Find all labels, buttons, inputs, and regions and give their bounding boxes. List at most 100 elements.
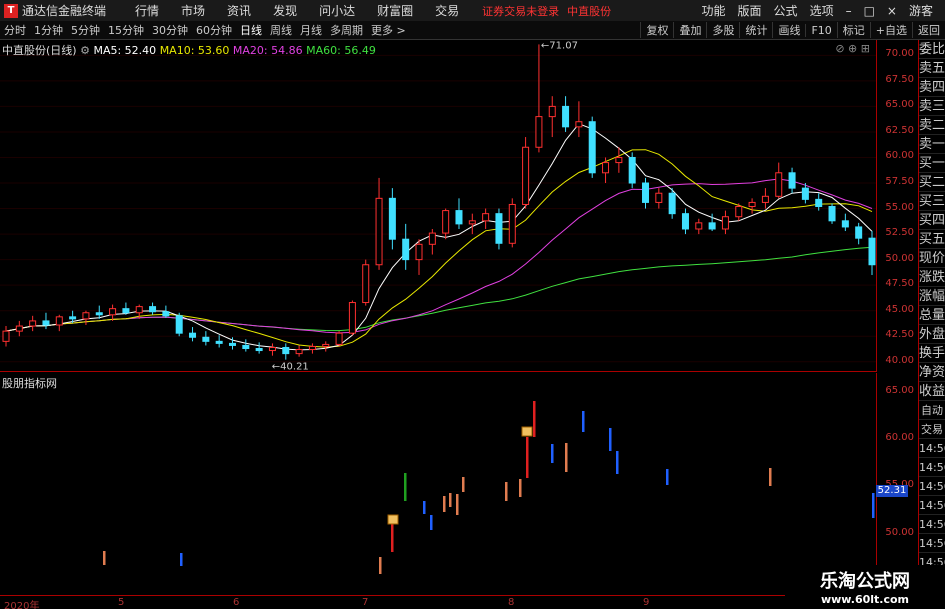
candle-body bbox=[175, 315, 183, 334]
indicator-legend: 股朋指标网 bbox=[2, 375, 57, 391]
menu-zixun[interactable]: 资讯 bbox=[216, 2, 262, 19]
guest-user-button[interactable]: 游客 bbox=[903, 2, 939, 19]
indicator-axis: 65.0060.0055.0050.0045.00 bbox=[876, 373, 918, 595]
quote-row-label: 买一 bbox=[919, 156, 945, 173]
price-tick: 52.50 bbox=[885, 227, 914, 239]
candle-body bbox=[588, 121, 596, 174]
period-fenshi[interactable]: 分时 bbox=[0, 22, 30, 38]
quote-row-label: 14:56 bbox=[919, 496, 945, 515]
menu-xuanxiang[interactable]: 选项 bbox=[804, 2, 840, 19]
candle bbox=[162, 305, 170, 318]
period-30min[interactable]: 30分钟 bbox=[148, 22, 192, 38]
candle bbox=[548, 96, 556, 138]
indicator-bar bbox=[404, 473, 407, 501]
watermark-line1: 乐淘公式网 bbox=[820, 571, 910, 592]
back-button[interactable]: 返回 bbox=[912, 22, 945, 38]
statistics-button[interactable]: 统计 bbox=[739, 22, 772, 38]
indicator-bar bbox=[551, 444, 554, 463]
menu-hangqing[interactable]: 行情 bbox=[124, 2, 170, 19]
candle-body bbox=[668, 192, 676, 215]
period-1min[interactable]: 1分钟 bbox=[30, 22, 67, 38]
price-axis: 70.00 67.50 65.00 62.50 60.00 57.50 55.00 52.50… bbox=[876, 40, 918, 372]
candle-body bbox=[215, 340, 223, 344]
candle-body bbox=[95, 312, 103, 316]
indicator-bar bbox=[582, 411, 585, 432]
indicator-bar bbox=[462, 477, 465, 492]
close-icon[interactable]: × bbox=[881, 4, 903, 18]
menu-wenxiaoda[interactable]: 问小达 bbox=[308, 2, 366, 19]
multi-stock-button[interactable]: 多股 bbox=[706, 22, 739, 38]
indicator-bar bbox=[565, 443, 568, 472]
period-60min[interactable]: 60分钟 bbox=[192, 22, 236, 38]
quote-row-label: 买五 bbox=[919, 232, 945, 249]
candle bbox=[482, 208, 490, 229]
candle bbox=[695, 218, 703, 235]
menu-jiaoyi[interactable]: 交易 bbox=[424, 2, 470, 19]
fuquan-button[interactable]: 复权 bbox=[640, 22, 673, 38]
candle-body bbox=[761, 195, 769, 203]
candle-body bbox=[109, 308, 117, 316]
candle bbox=[535, 44, 543, 153]
candle-body bbox=[841, 220, 849, 228]
menu-gongneng[interactable]: 功能 bbox=[696, 2, 732, 19]
period-daily[interactable]: 日线 bbox=[236, 22, 266, 38]
menu-caifuquan[interactable]: 财富圈 bbox=[366, 2, 424, 19]
candle-body bbox=[721, 216, 729, 230]
high-price-label: ←71.07 bbox=[541, 40, 578, 51]
period-multi[interactable]: 多周期 bbox=[326, 22, 367, 38]
price-tick: 55.00 bbox=[885, 201, 914, 213]
indicator-chart bbox=[103, 401, 875, 574]
overlay-button[interactable]: 叠加 bbox=[673, 22, 706, 38]
candle-body bbox=[202, 336, 210, 342]
menu-gongshi[interactable]: 公式 bbox=[768, 2, 804, 19]
period-5min[interactable]: 5分钟 bbox=[67, 22, 104, 38]
candle-body bbox=[308, 345, 316, 351]
menu-banmian[interactable]: 版面 bbox=[732, 2, 768, 19]
period-monthly[interactable]: 月线 bbox=[296, 22, 326, 38]
kline-panel[interactable]: ←71.07 ←40.21 中直股份(日线) ⚙ MA5: 52.40 MA10:… bbox=[0, 40, 876, 372]
ma20-label: MA20: 54.86 bbox=[232, 44, 303, 57]
maximize-icon[interactable]: □ bbox=[858, 4, 881, 18]
f10-button[interactable]: F10 bbox=[805, 23, 836, 37]
indicator-bar bbox=[872, 493, 875, 518]
menu-faxian[interactable]: 发现 bbox=[262, 2, 308, 19]
candle bbox=[468, 213, 476, 235]
candle bbox=[82, 310, 90, 326]
add-watchlist-button[interactable]: +自选 bbox=[869, 22, 912, 38]
draw-line-button[interactable]: 画线 bbox=[772, 22, 805, 38]
current-price-tag: 52.31 bbox=[876, 485, 908, 497]
settings-icon[interactable]: ⚙ bbox=[80, 44, 90, 57]
indicator-bar bbox=[769, 468, 772, 486]
trade-login-warning[interactable]: 证券交易未登录 bbox=[482, 3, 559, 19]
candle-body bbox=[495, 213, 503, 244]
minimize-icon[interactable]: – bbox=[840, 4, 858, 18]
candle-body bbox=[442, 210, 450, 234]
candle-body bbox=[855, 226, 863, 239]
candle bbox=[642, 177, 650, 209]
candle bbox=[2, 326, 10, 347]
candle bbox=[308, 343, 316, 354]
menu-shichang[interactable]: 市场 bbox=[170, 2, 216, 19]
candle-body bbox=[868, 237, 876, 266]
date-tick: 7 bbox=[362, 597, 369, 608]
candle bbox=[149, 302, 157, 315]
price-tick: 60.00 bbox=[885, 150, 914, 162]
indicator-bar bbox=[456, 494, 459, 515]
app-name: 通达信金融终端 bbox=[22, 4, 107, 18]
candle bbox=[628, 152, 636, 189]
candle bbox=[602, 157, 610, 184]
chart-corner-icons[interactable]: ⊘ ⊕ ⊞ bbox=[835, 42, 870, 55]
candle bbox=[442, 208, 450, 240]
candle bbox=[588, 116, 596, 178]
mark-button[interactable]: 标记 bbox=[836, 22, 870, 38]
candle bbox=[508, 198, 516, 248]
period-more[interactable]: 更多 > bbox=[367, 22, 410, 38]
price-tick: 45.00 bbox=[885, 303, 914, 315]
period-weekly[interactable]: 周线 bbox=[266, 22, 296, 38]
quote-row-label: 买三 bbox=[919, 194, 945, 211]
candle-body bbox=[2, 330, 10, 342]
candle bbox=[15, 320, 23, 337]
candle-body bbox=[69, 316, 77, 320]
indicator-panel[interactable]: 股朋指标网 bbox=[0, 373, 876, 595]
period-15min[interactable]: 15分钟 bbox=[104, 22, 148, 38]
